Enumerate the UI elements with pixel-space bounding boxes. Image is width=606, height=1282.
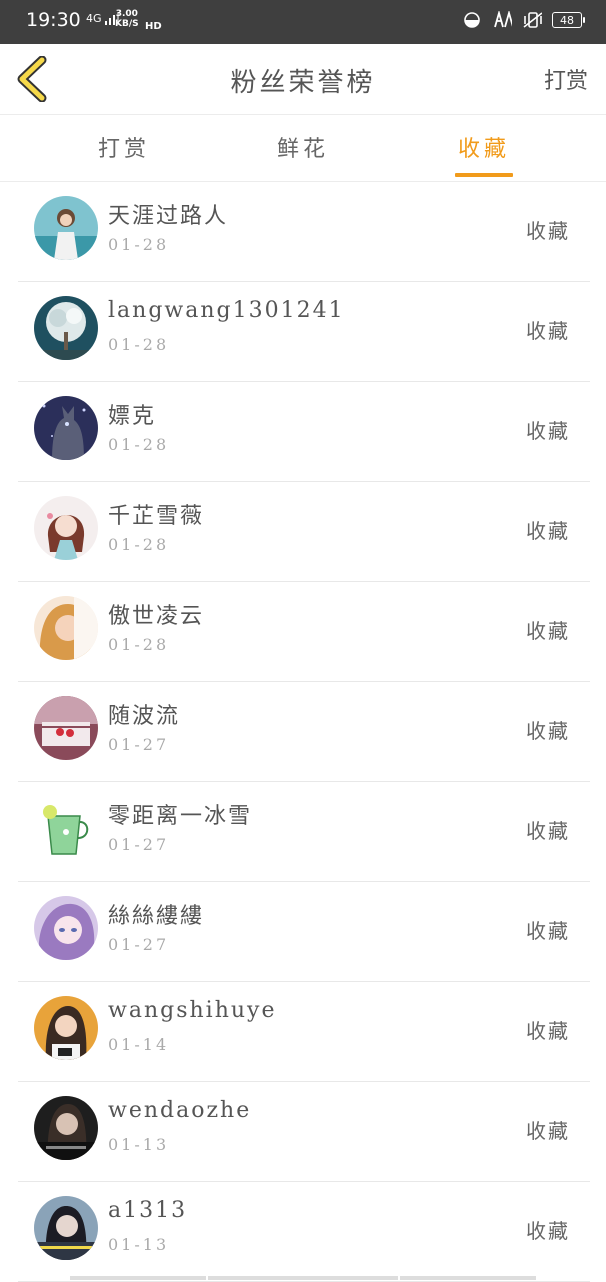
fan-name: wendaozhe: [108, 1098, 252, 1123]
fan-action: 收藏: [526, 1019, 570, 1043]
network-speed: 3.00 KB/S: [115, 9, 139, 29]
vibrate-icon: [522, 10, 542, 30]
fan-date: 01-13: [108, 1235, 170, 1254]
bottom-segment: [208, 1276, 398, 1280]
fan-name: 千芷雪薇: [108, 504, 205, 529]
fan-action: 收藏: [526, 219, 570, 243]
fan-action: 收藏: [526, 919, 570, 943]
fan-name: langwang1301241: [108, 298, 345, 323]
fan-action: 收藏: [526, 819, 570, 843]
avatar: [34, 896, 98, 960]
bottom-segment: [70, 1276, 206, 1280]
list-item[interactable]: a1313 01-13 收藏: [18, 1182, 590, 1282]
fan-action: 收藏: [526, 519, 570, 543]
fan-name: 嫖克: [108, 404, 157, 429]
speed-value: 3.00: [115, 9, 138, 19]
bottom-edge: [0, 1274, 606, 1280]
avatar: [34, 796, 98, 860]
list-item[interactable]: 天涯过路人 01-28 收藏: [18, 182, 590, 282]
battery-icon: 48: [552, 12, 585, 28]
fan-action: 收藏: [526, 1219, 570, 1243]
fan-action: 收藏: [526, 619, 570, 643]
fan-action: 收藏: [526, 1119, 570, 1143]
fan-date: 01-28: [108, 535, 170, 554]
fan-name: wangshihuye: [108, 998, 277, 1023]
hd-label: HD: [145, 21, 162, 32]
bottom-segment: [400, 1276, 536, 1280]
avatar: [34, 296, 98, 360]
fan-date: 01-27: [108, 835, 170, 854]
avatar: [34, 496, 98, 560]
list-item[interactable]: 千芷雪薇 01-28 收藏: [18, 482, 590, 582]
nfc-icon: [492, 10, 512, 30]
avatar: [34, 1096, 98, 1160]
list-item[interactable]: wangshihuye 01-14 收藏: [18, 982, 590, 1082]
fan-date: 01-14: [108, 1035, 170, 1054]
fan-date: 01-27: [108, 735, 170, 754]
tab-collect[interactable]: 收藏: [458, 131, 510, 163]
reward-button[interactable]: 打赏: [544, 63, 588, 95]
avatar: [34, 196, 98, 260]
fan-name: 天涯过路人: [108, 204, 229, 229]
page-title: 粉丝荣誉榜: [230, 68, 376, 98]
fan-name: a1313: [108, 1198, 188, 1223]
status-time: 19:30: [26, 9, 81, 31]
fan-list: 天涯过路人 01-28 收藏 langwang1301241 01-28 收藏 …: [18, 182, 590, 1282]
avatar: [34, 396, 98, 460]
fan-date: 01-27: [108, 935, 170, 954]
status-right-icons: 48: [462, 10, 585, 30]
network-label: 4G: [86, 12, 102, 25]
fan-date: 01-13: [108, 1135, 170, 1154]
tab-bar: 打赏 鲜花 收藏: [0, 115, 606, 182]
avatar: [34, 596, 98, 660]
fan-date: 01-28: [108, 235, 170, 254]
fan-name: 傲世凌云: [108, 604, 205, 629]
avatar: [34, 696, 98, 760]
status-bar: 19:30 4G 3.00 KB/S HD 48: [0, 0, 606, 44]
list-item[interactable]: wendaozhe 01-13 收藏: [18, 1082, 590, 1182]
list-item[interactable]: 絲絲縷縷 01-27 收藏: [18, 882, 590, 982]
active-tab-indicator: [455, 173, 513, 177]
fan-name: 零距离一冰雪: [108, 804, 253, 829]
fan-date: 01-28: [108, 435, 170, 454]
circle-status-icon: [462, 10, 482, 30]
list-item[interactable]: 傲世凌云 01-28 收藏: [18, 582, 590, 682]
fan-action: 收藏: [526, 319, 570, 343]
speed-unit: KB/S: [115, 19, 139, 29]
avatar: [34, 1196, 98, 1260]
list-item[interactable]: 零距离一冰雪 01-27 收藏: [18, 782, 590, 882]
list-item[interactable]: 随波流 01-27 收藏: [18, 682, 590, 782]
fan-action: 收藏: [526, 419, 570, 443]
fan-action: 收藏: [526, 719, 570, 743]
page-header: 粉丝荣誉榜 打赏: [0, 44, 606, 115]
list-item[interactable]: langwang1301241 01-28 收藏: [18, 282, 590, 382]
tab-flowers[interactable]: 鲜花: [277, 131, 329, 163]
fan-name: 絲絲縷縷: [108, 904, 205, 929]
avatar: [34, 996, 98, 1060]
list-item[interactable]: 嫖克 01-28 收藏: [18, 382, 590, 482]
tab-reward[interactable]: 打赏: [98, 131, 150, 163]
fan-date: 01-28: [108, 635, 170, 654]
fan-date: 01-28: [108, 335, 170, 354]
fan-name: 随波流: [108, 704, 181, 729]
